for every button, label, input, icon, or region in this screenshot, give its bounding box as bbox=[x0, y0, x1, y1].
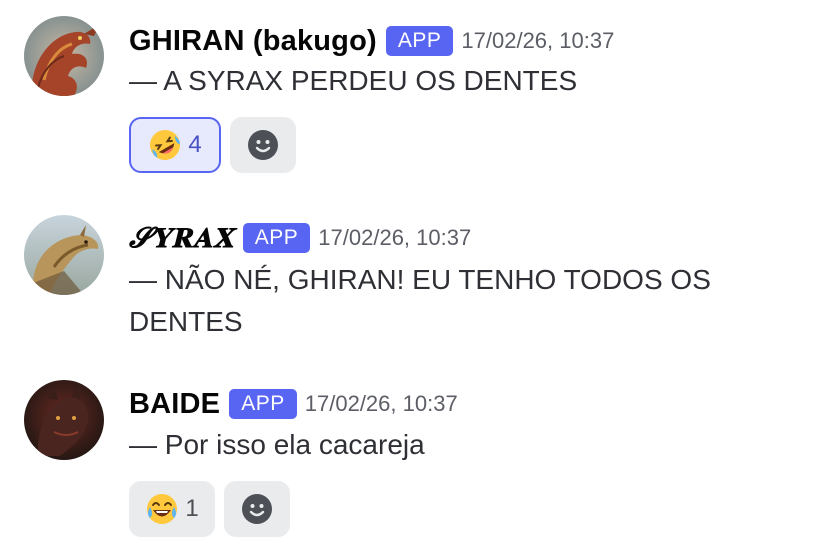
timestamp: 17/02/26, 10:37 bbox=[318, 225, 472, 250]
message-content: — Por isso ela cacareja bbox=[129, 429, 425, 460]
message-content: — NÃO NÉ, GHIRAN! EU TENHO TODOS OS DENT… bbox=[129, 264, 711, 337]
timestamp: 17/02/26, 10:37 bbox=[304, 391, 458, 416]
face-with-tears-of-joy-icon bbox=[145, 492, 179, 526]
reaction-rolling-on-floor-laughing[interactable]: 4 bbox=[129, 117, 221, 173]
dark-dragon-avatar-icon bbox=[24, 380, 104, 460]
red-dragon-avatar-icon bbox=[24, 16, 104, 96]
app-badge: APP bbox=[242, 223, 311, 253]
message-content: — A SYRAX PERDEU OS DENTES bbox=[129, 65, 578, 96]
avatar[interactable] bbox=[24, 16, 104, 96]
app-badge: APP bbox=[385, 26, 454, 56]
smiley-add-reaction-icon bbox=[247, 129, 279, 161]
chat-messages: GHIRAN (bakugo) APP 17/02/26, 10:37 — A … bbox=[0, 0, 828, 547]
smiley-add-reaction-icon bbox=[241, 493, 273, 525]
username[interactable]: BAIDE bbox=[129, 388, 220, 421]
rolling-on-floor-laughing-icon bbox=[148, 128, 182, 162]
add-reaction-button[interactable] bbox=[230, 117, 296, 173]
golden-dragon-avatar-icon bbox=[24, 215, 104, 295]
app-badge: APP bbox=[229, 389, 297, 419]
reaction-face-with-tears-of-joy[interactable]: 1 bbox=[129, 481, 215, 537]
add-reaction-button[interactable] bbox=[224, 481, 290, 537]
avatar[interactable] bbox=[24, 380, 104, 460]
avatar[interactable] bbox=[24, 215, 104, 295]
reaction-count: 1 bbox=[185, 495, 199, 522]
reactions: 4 bbox=[129, 117, 296, 173]
reactions: 1 bbox=[129, 481, 290, 537]
username[interactable]: 𝓢𝐘𝐑𝐀𝐗 bbox=[129, 221, 234, 255]
reaction-count: 4 bbox=[188, 131, 202, 158]
timestamp: 17/02/26, 10:37 bbox=[461, 28, 615, 53]
username[interactable]: GHIRAN (bakugo) bbox=[129, 25, 377, 58]
